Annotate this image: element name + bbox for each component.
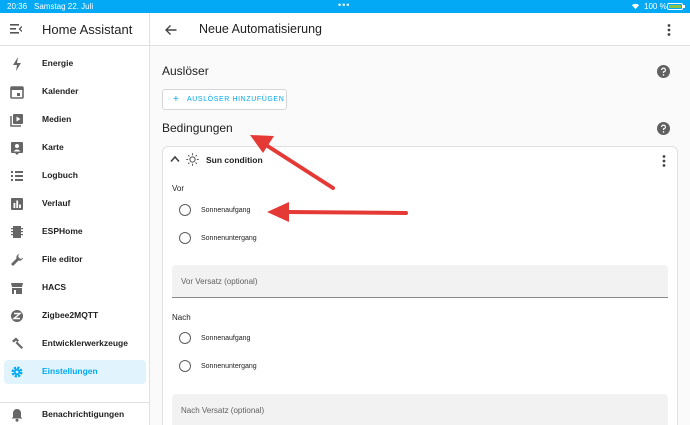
sun-icon — [186, 153, 199, 166]
before-offset-placeholder: Vor Versatz (optional) — [181, 277, 258, 286]
after-sunrise-radio[interactable] — [179, 332, 191, 344]
card-title: Sun condition — [206, 155, 263, 165]
after-offset-placeholder: Nach Versatz (optional) — [181, 406, 265, 415]
more-options-icon[interactable] — [662, 22, 676, 38]
sidebar-item-logbuch[interactable]: Logbuch — [4, 164, 146, 188]
main-content: Neue Automatisierung Auslöser + AUSLÖSER… — [150, 13, 690, 425]
wifi-icon — [631, 3, 640, 10]
sidebar-item-esphome[interactable]: ESPHome — [4, 220, 146, 244]
sidebar-item-label: Karte — [42, 142, 64, 152]
conditions-help-icon[interactable] — [657, 122, 670, 135]
sidebar-item-label: Kalender — [42, 86, 79, 96]
after-label: Nach — [172, 313, 191, 322]
before-sunset-label: Sonnenuntergang — [201, 235, 257, 242]
calendar-icon — [10, 86, 24, 99]
menu-icon[interactable] — [10, 24, 22, 34]
sidebar-item-einstellungen[interactable]: Einstellungen — [4, 360, 146, 384]
sidebar-item-label: File editor — [42, 254, 83, 264]
triggers-help-icon[interactable] — [657, 65, 670, 78]
sidebar-item-medien[interactable]: Medien — [4, 108, 146, 132]
card-more-options-icon[interactable] — [659, 154, 669, 168]
sidebar-item-zigbee2mqtt[interactable]: Zigbee2MQTT — [4, 304, 146, 328]
battery-icon — [667, 3, 685, 10]
add-trigger-button[interactable]: + AUSLÖSER HINZUFÜGEN — [162, 89, 287, 110]
battery-level: 100 % — [644, 2, 667, 11]
top-bar: Neue Automatisierung — [150, 13, 690, 46]
lightning-icon — [13, 57, 21, 71]
list-icon — [11, 171, 23, 181]
sidebar-item-energie[interactable]: Energie — [4, 52, 146, 76]
chevron-up-icon[interactable] — [170, 155, 180, 163]
store-icon — [11, 283, 23, 294]
sidebar-header: Home Assistant — [0, 13, 149, 46]
after-sunset-label: Sonnenuntergang — [201, 363, 257, 370]
sun-condition-card: Sun condition Vor Sonnenaufgang Sonnenun… — [162, 146, 678, 425]
app-title: Home Assistant — [42, 22, 133, 37]
sidebar-item-kalender[interactable]: Kalender — [4, 80, 146, 104]
before-label: Vor — [172, 184, 185, 193]
bell-icon — [11, 409, 23, 422]
media-icon — [10, 114, 23, 127]
sidebar-item-file-editor[interactable]: File editor — [4, 248, 146, 272]
conditions-title: Bedingungen — [162, 121, 233, 135]
sidebar: Home Assistant Energie Kalender Medien K… — [0, 13, 150, 425]
sidebar-item-label: Logbuch — [42, 170, 78, 180]
sidebar-item-label: Entwicklerwerkzeuge — [42, 338, 128, 348]
hammer-icon — [12, 337, 23, 349]
sidebar-item-label: Verlauf — [42, 198, 71, 208]
sidebar-item-label: Einstellungen — [42, 366, 98, 376]
triggers-title: Auslöser — [162, 64, 209, 78]
chart-icon — [11, 198, 23, 210]
gear-icon — [11, 366, 23, 378]
back-arrow-icon[interactable] — [164, 23, 178, 37]
sidebar-item-label: Benachrichtigungen — [42, 409, 125, 419]
sidebar-item-verlauf[interactable]: Verlauf — [4, 192, 146, 216]
before-offset-input[interactable]: Vor Versatz (optional) — [172, 265, 668, 298]
before-sunrise-label: Sonnenaufgang — [201, 207, 251, 214]
sidebar-item-label: Energie — [42, 58, 74, 68]
status-time: 20:36 — [7, 2, 28, 11]
chip-icon — [11, 226, 23, 238]
wrench-icon — [11, 254, 23, 266]
after-sunrise-label: Sonnenaufgang — [201, 335, 251, 342]
zigbee-icon — [11, 310, 23, 322]
after-sunset-radio[interactable] — [179, 360, 191, 372]
sidebar-item-hacs[interactable]: HACS — [4, 276, 146, 300]
add-trigger-label: AUSLÖSER HINZUFÜGEN — [187, 96, 285, 103]
sidebar-item-karte[interactable]: Karte — [4, 136, 146, 160]
multitask-dots[interactable]: ••• — [338, 0, 350, 10]
sidebar-item-label: ESPHome — [42, 226, 83, 236]
after-offset-input[interactable]: Nach Versatz (optional) — [172, 394, 668, 425]
sidebar-item-label: Zigbee2MQTT — [42, 310, 99, 320]
status-date: Samstag 22. Juli — [34, 2, 94, 11]
sidebar-item-entwicklerwerkzeuge[interactable]: Entwicklerwerkzeuge — [4, 332, 146, 356]
before-sunset-radio[interactable] — [179, 232, 191, 244]
page-title: Neue Automatisierung — [199, 22, 322, 36]
before-sunrise-radio[interactable] — [179, 204, 191, 216]
sidebar-item-label: HACS — [42, 282, 67, 292]
plus-icon: + — [173, 94, 179, 105]
sidebar-item-label: Medien — [42, 114, 72, 124]
map-person-icon — [11, 142, 23, 155]
sidebar-item-benachrichtigungen[interactable]: Benachrichtigungen — [4, 403, 146, 425]
status-bar: 20:36 Samstag 22. Juli ••• 100 % — [0, 0, 690, 13]
